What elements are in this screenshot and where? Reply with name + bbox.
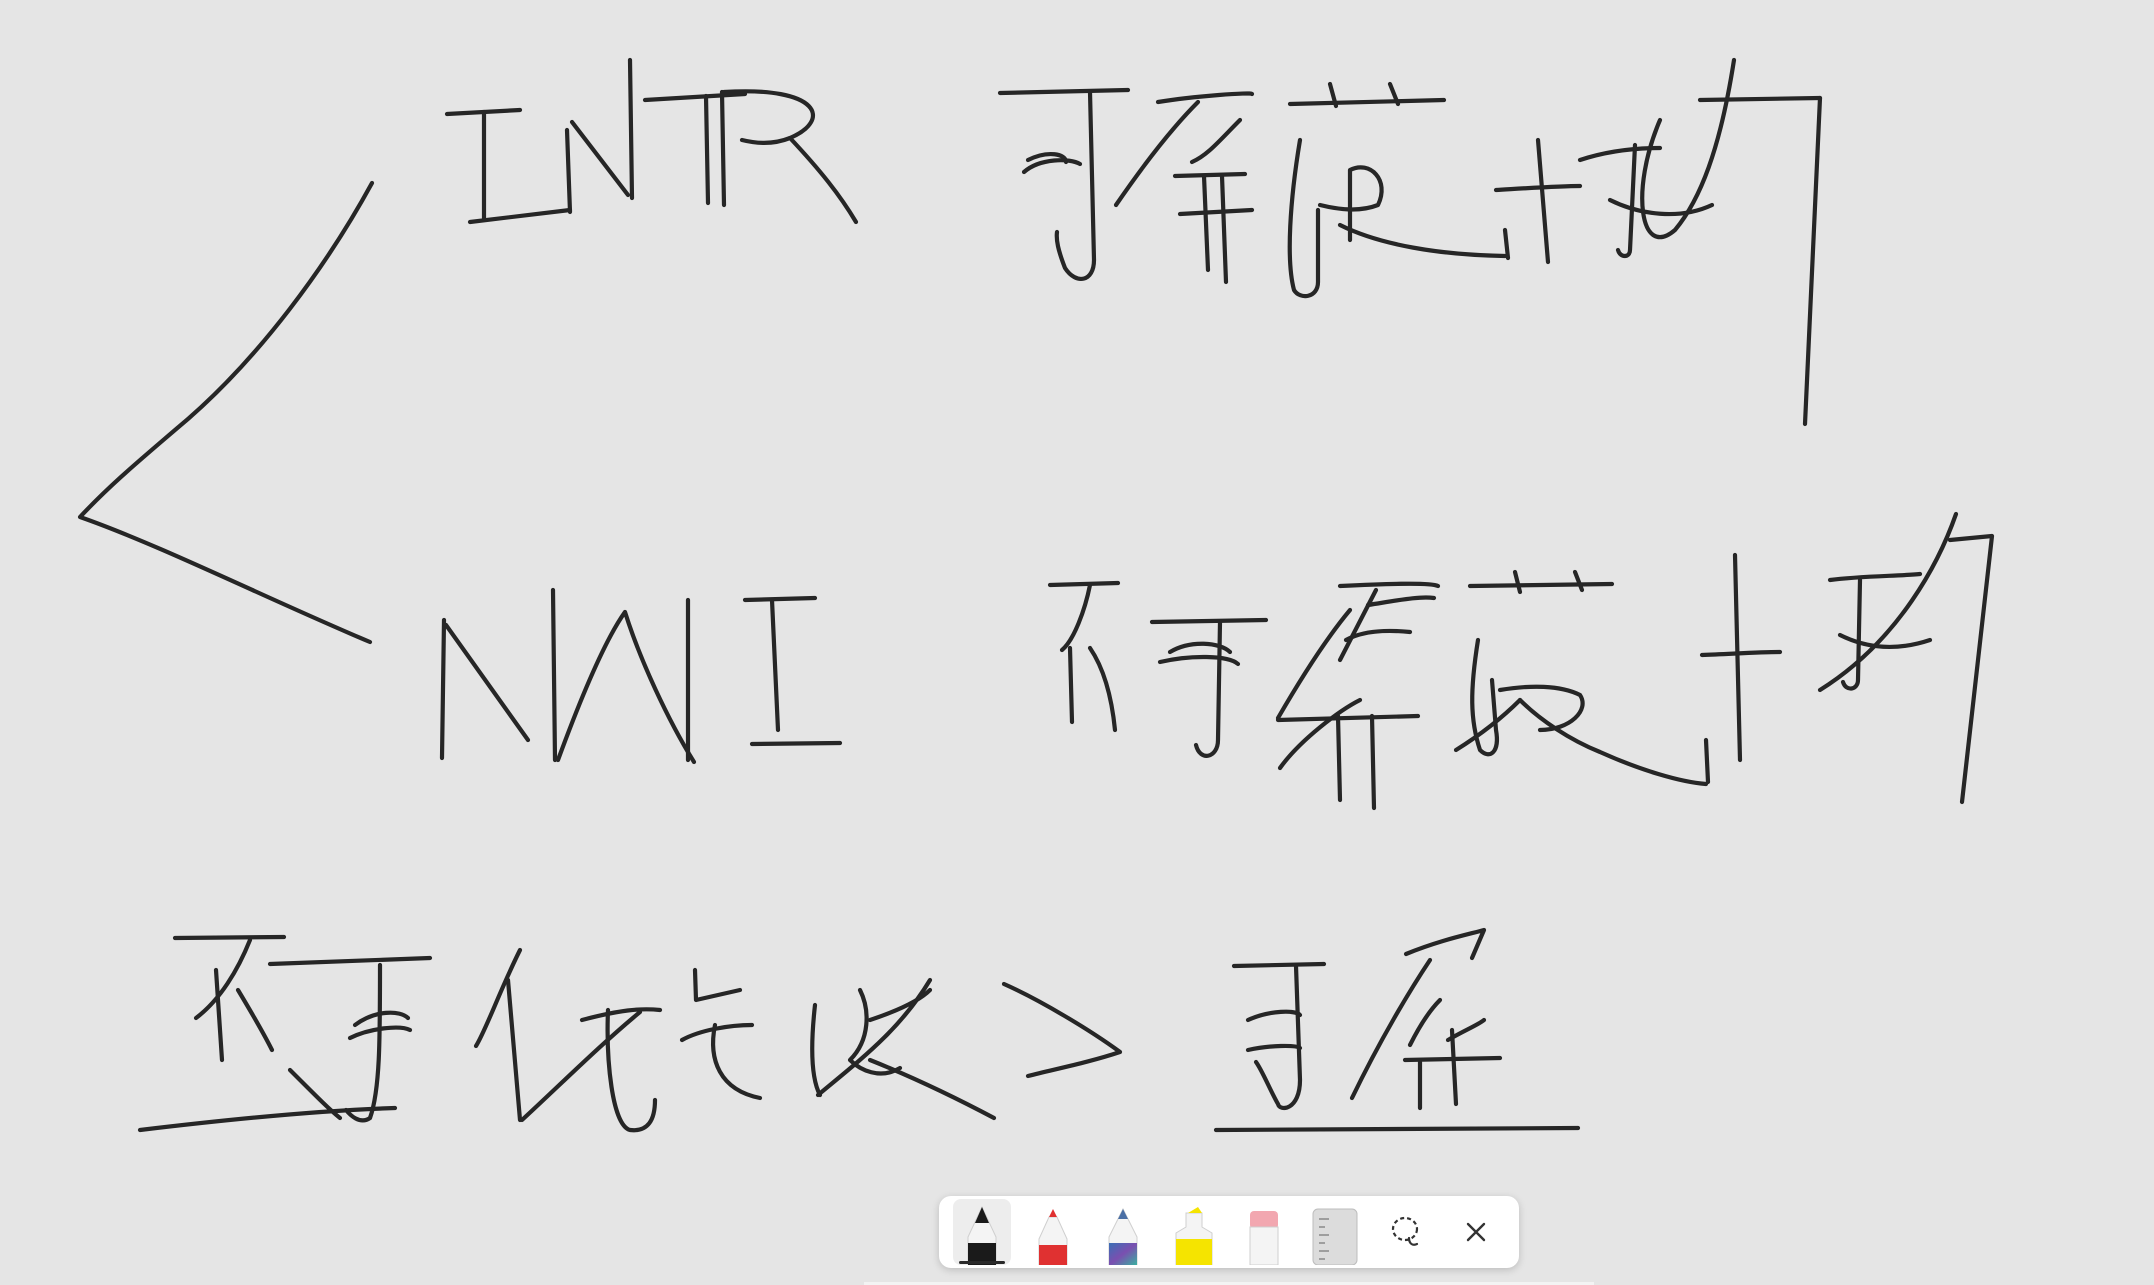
close-toolbar-button[interactable] bbox=[1447, 1199, 1505, 1265]
ruler-icon bbox=[1312, 1208, 1358, 1265]
highlighter-icon bbox=[1175, 1207, 1213, 1265]
brace-stroke bbox=[77, 180, 375, 645]
drawing-canvas[interactable] bbox=[0, 0, 2154, 1285]
pencil-icon bbox=[1108, 1207, 1138, 1265]
ruler-tool[interactable] bbox=[1306, 1199, 1364, 1265]
text-intr-strokes bbox=[444, 57, 859, 225]
pencil-tool-multicolor[interactable] bbox=[1094, 1199, 1152, 1265]
lasso-tool[interactable] bbox=[1376, 1199, 1434, 1265]
text-nmi-strokes bbox=[439, 587, 843, 765]
eraser-icon bbox=[1249, 1211, 1279, 1265]
pen-tool-black[interactable] bbox=[953, 1199, 1012, 1265]
marker-icon bbox=[1038, 1209, 1068, 1265]
text-line3-chinese-strokes bbox=[137, 927, 1581, 1133]
text-line2-chinese-strokes bbox=[1047, 511, 1995, 811]
handwriting-layer bbox=[77, 57, 1995, 1133]
marker-tool-red[interactable] bbox=[1024, 1199, 1082, 1265]
lasso-icon bbox=[1392, 1216, 1419, 1246]
text-line1-chinese-strokes bbox=[997, 57, 1823, 427]
drawing-toolbar bbox=[939, 1196, 1519, 1268]
highlighter-tool-yellow[interactable] bbox=[1165, 1199, 1223, 1265]
eraser-tool[interactable] bbox=[1235, 1199, 1293, 1265]
pen-icon bbox=[967, 1205, 997, 1265]
close-icon bbox=[1466, 1222, 1485, 1242]
